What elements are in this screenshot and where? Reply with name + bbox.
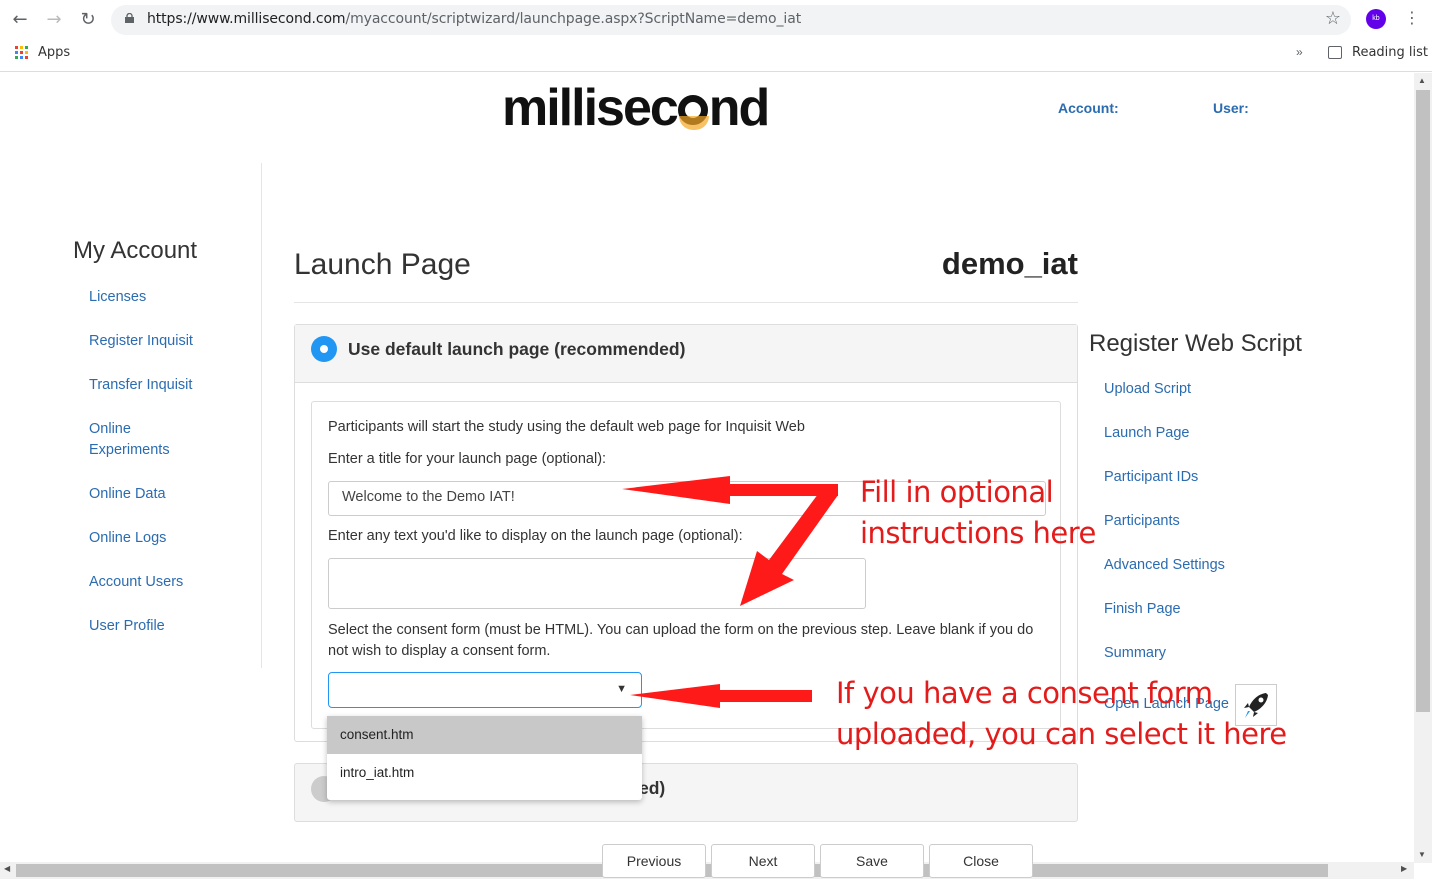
forward-icon[interactable]: →: [42, 8, 66, 32]
wizard-step-participants[interactable]: Participants: [1104, 513, 1180, 529]
custom-launch-label[interactable]: ed): [639, 778, 665, 799]
launch-text-textarea[interactable]: [328, 558, 866, 609]
profile-avatar[interactable]: kb: [1366, 9, 1386, 29]
reload-icon[interactable]: ↻: [76, 8, 100, 32]
dropdown-caret-icon[interactable]: ▼: [616, 683, 627, 695]
consent-option[interactable]: intro_iat.htm: [327, 754, 642, 792]
sidebar-item-online-logs[interactable]: Online Logs: [89, 528, 239, 549]
reading-list-icon[interactable]: [1328, 46, 1342, 59]
sidebar-item-user-profile[interactable]: User Profile: [89, 616, 239, 637]
back-icon[interactable]: ←: [8, 8, 32, 32]
sidebar-item-licenses[interactable]: Licenses: [89, 287, 239, 308]
bookmark-star-icon[interactable]: ☆: [1325, 8, 1341, 29]
intro-text: Participants will start the study using …: [328, 419, 805, 435]
apps-grid-icon[interactable]: [15, 46, 28, 59]
address-bar[interactable]: https://www.millisecond.com/myaccount/sc…: [111, 5, 1351, 35]
my-account-heading: My Account: [73, 237, 198, 264]
consent-dropdown-list: consent.htm intro_iat.htm: [327, 716, 642, 800]
wizard-step-upload-script[interactable]: Upload Script: [1104, 381, 1191, 397]
wizard-step-participant-ids[interactable]: Participant IDs: [1104, 469, 1198, 485]
browser-toolbar: ← → ↻ https://www.millisecond.com/myacco…: [0, 0, 1432, 40]
title-divider: [294, 302, 1078, 303]
close-button[interactable]: Close: [929, 844, 1033, 878]
sidebar-item-transfer-inquisit[interactable]: Transfer Inquisit: [89, 375, 239, 396]
lock-icon: [125, 13, 134, 23]
consent-form-select[interactable]: ▼: [328, 672, 642, 708]
save-button[interactable]: Save: [820, 844, 924, 878]
default-launch-header[interactable]: Use default launch page (recommended): [295, 325, 1077, 383]
bookmarks-overflow-icon[interactable]: »: [1296, 45, 1303, 59]
scroll-up-icon[interactable]: ▲: [1418, 76, 1426, 85]
logo-o-mark: [677, 95, 709, 130]
sidebar-divider: [261, 163, 262, 668]
scroll-left-icon[interactable]: ◀: [4, 864, 10, 873]
consent-prompt: Select the consent form (must be HTML). …: [328, 622, 1034, 659]
sidebar-item-account-users[interactable]: Account Users: [89, 572, 239, 593]
user-label: User:: [1213, 100, 1249, 116]
account-label: Account:: [1058, 100, 1119, 116]
sidebar-item-online-experiments[interactable]: Online Experiments: [89, 419, 189, 461]
next-button[interactable]: Next: [711, 844, 815, 878]
default-launch-radio[interactable]: [311, 336, 337, 362]
annotation-consent-form: If you have a consent form uploaded, you …: [836, 676, 1287, 751]
vertical-scroll-thumb[interactable]: [1416, 90, 1430, 712]
apps-bookmark[interactable]: Apps: [38, 45, 70, 60]
consent-option[interactable]: consent.htm: [327, 716, 642, 754]
wizard-step-summary[interactable]: Summary: [1104, 645, 1166, 661]
default-launch-label[interactable]: Use default launch page (recommended): [348, 339, 685, 360]
text-prompt: Enter any text you'd like to display on …: [328, 528, 743, 544]
previous-button[interactable]: Previous: [602, 844, 706, 878]
page-title: Launch Page: [294, 248, 471, 281]
scroll-down-icon[interactable]: ▼: [1418, 850, 1426, 859]
millisecond-logo[interactable]: millisec nd: [502, 78, 770, 138]
bookmarks-bar: Apps » Reading list: [0, 40, 1432, 72]
wizard-step-launch-page[interactable]: Launch Page: [1104, 425, 1189, 441]
sidebar-item-online-data[interactable]: Online Data: [89, 484, 239, 505]
wizard-step-advanced-settings[interactable]: Advanced Settings: [1104, 557, 1225, 573]
script-name: demo_iat: [941, 246, 1078, 281]
sidebar-item-register-inquisit[interactable]: Register Inquisit: [89, 331, 239, 352]
annotation-optional-instructions: Fill in optional instructions here: [860, 475, 1096, 550]
reading-list-button[interactable]: Reading list: [1352, 45, 1428, 60]
register-web-script-heading: Register Web Script: [1089, 330, 1302, 357]
title-prompt: Enter a title for your launch page (opti…: [328, 451, 607, 467]
url-text: https://www.millisecond.com/myaccount/sc…: [147, 11, 802, 27]
wizard-step-finish-page[interactable]: Finish Page: [1104, 601, 1181, 617]
browser-menu-icon[interactable]: ⋮: [1404, 8, 1420, 27]
scroll-right-icon[interactable]: ▶: [1401, 864, 1407, 873]
